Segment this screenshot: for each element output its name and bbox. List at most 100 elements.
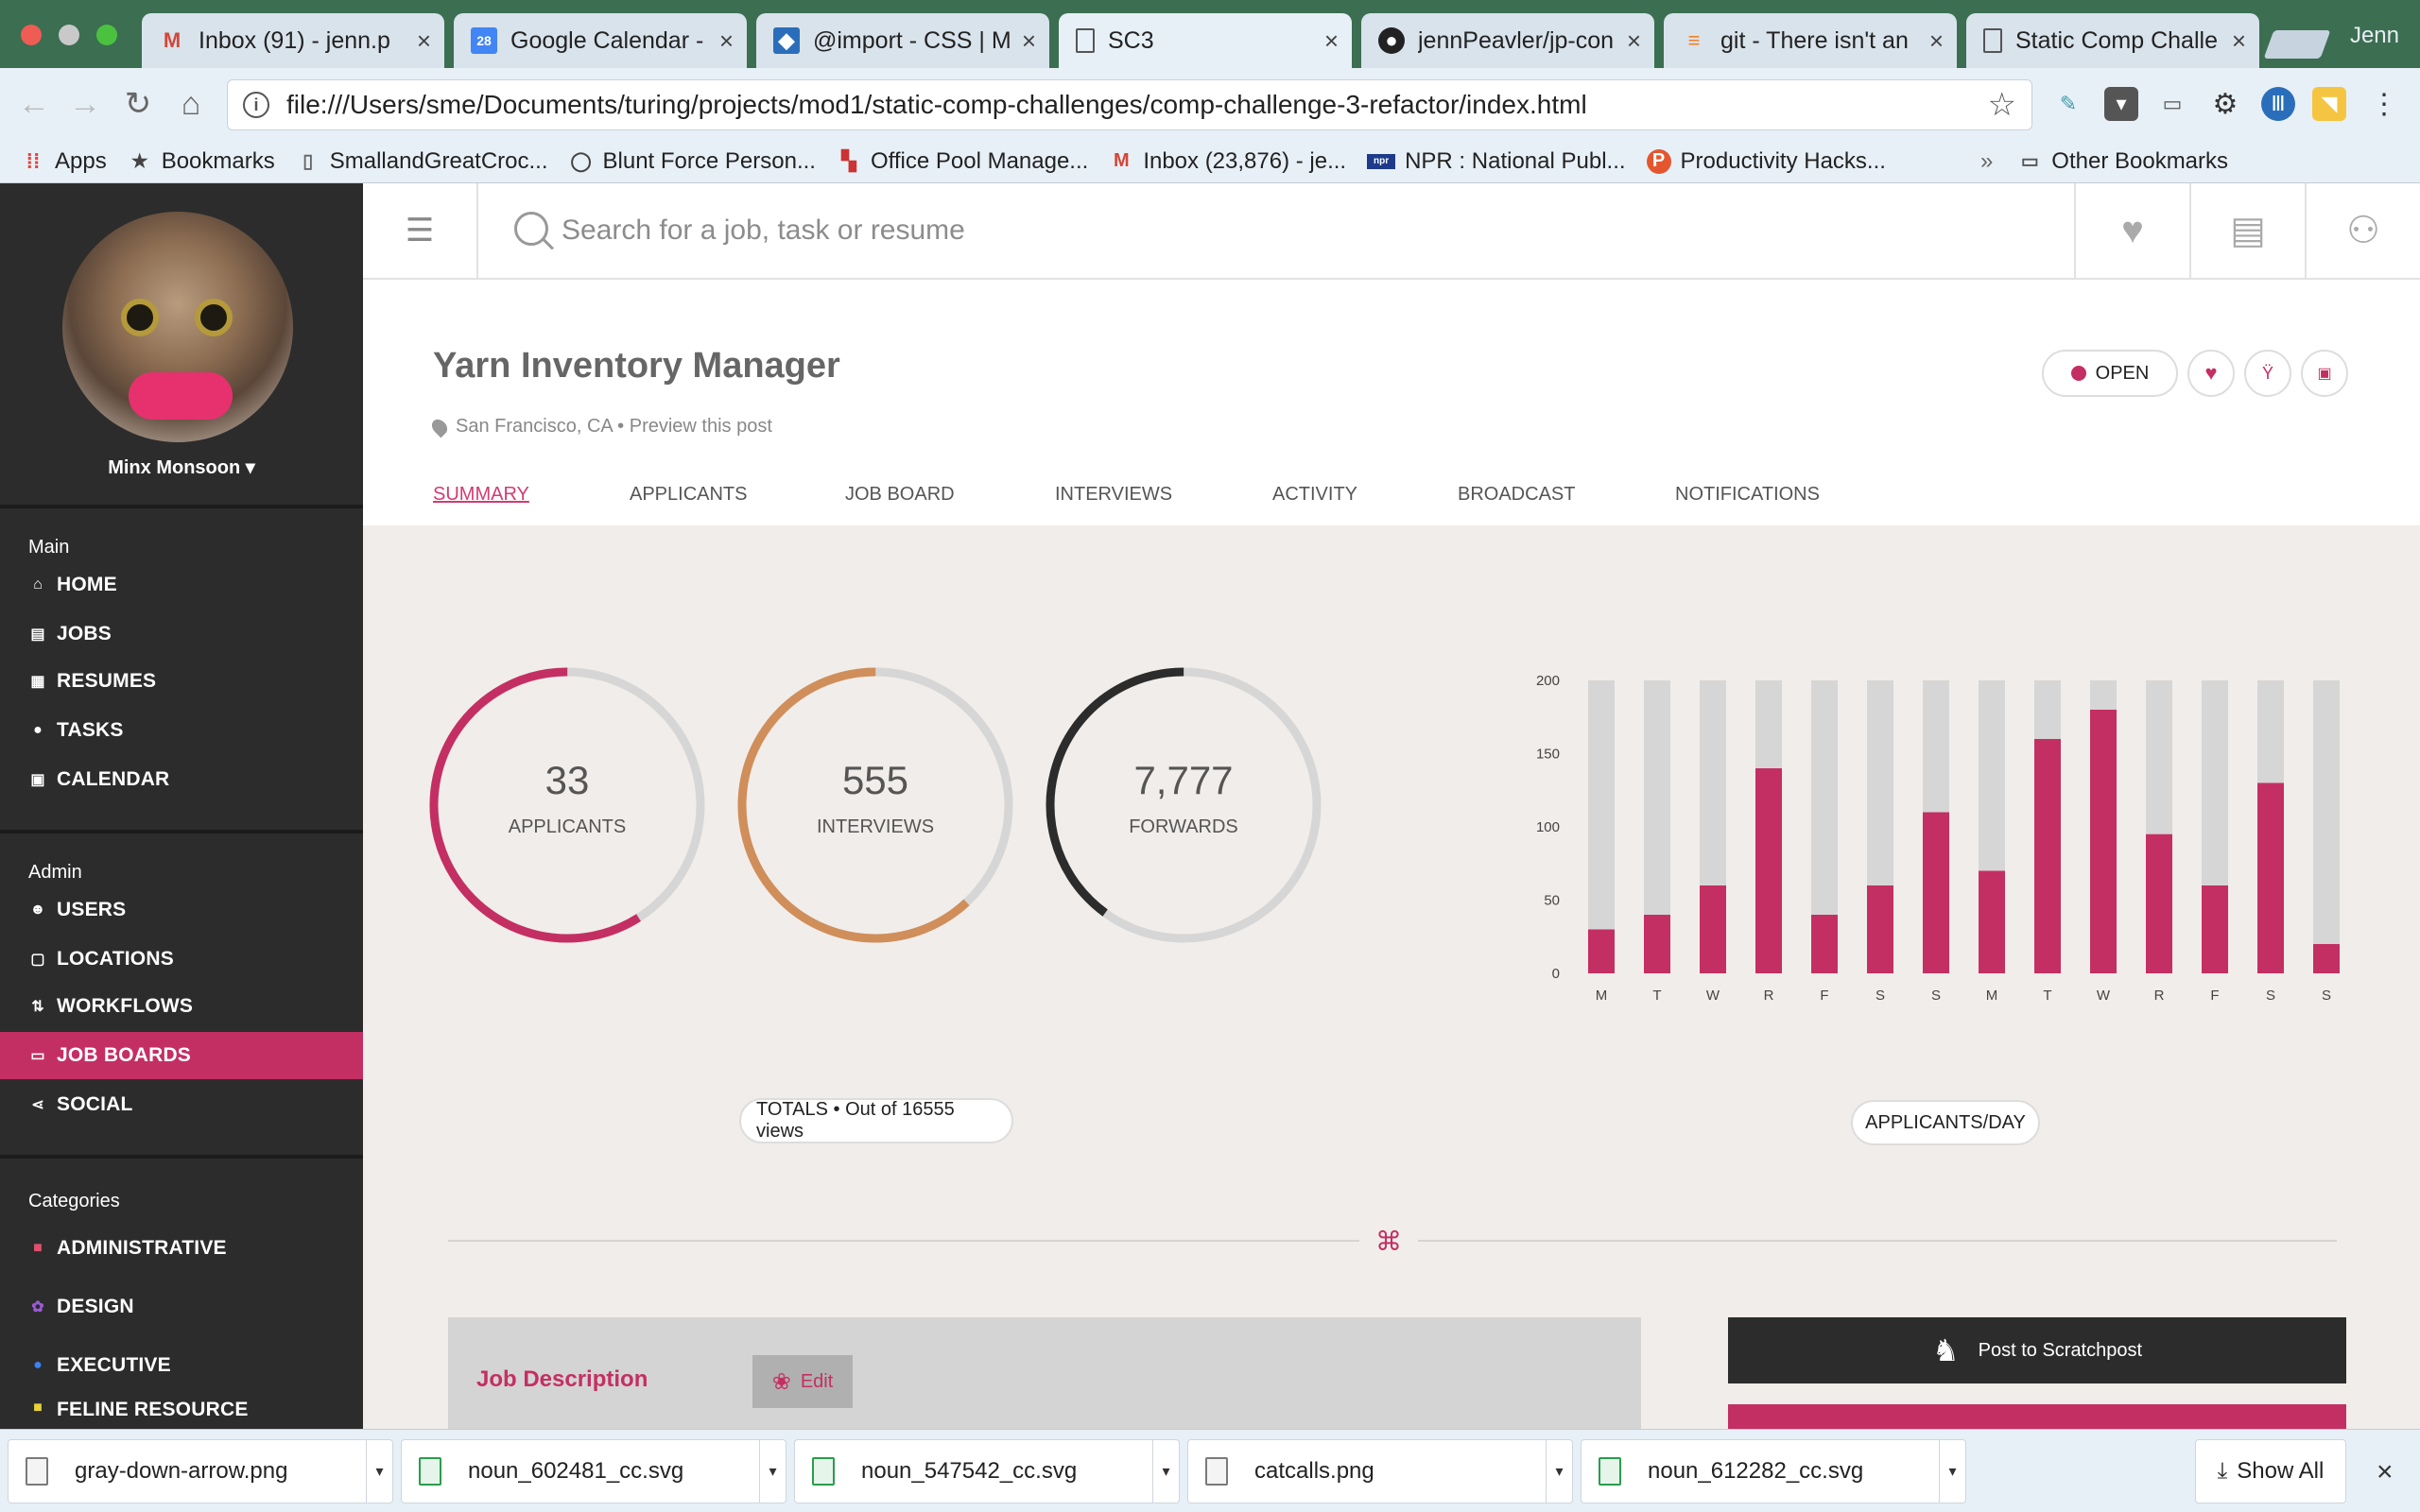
bookmarks-overflow[interactable]: »	[1980, 148, 1993, 175]
sidebar-item-social[interactable]: ⋖ SOCIAL	[0, 1081, 363, 1128]
app-top-bar: ☰ ♥ ▤ ⚇	[363, 183, 2420, 280]
download-menu-icon[interactable]: ▾	[1939, 1440, 1965, 1503]
close-downloads-icon[interactable]: ×	[2377, 1456, 2394, 1488]
tab-close-icon[interactable]: ×	[2232, 26, 2246, 56]
address-bar[interactable]: i file:///Users/sme/Documents/turing/pro…	[227, 79, 2032, 130]
sidebar-item-resumes[interactable]: ▦ RESUMES	[0, 658, 363, 705]
tab-interviews[interactable]: INTERVIEWS	[1055, 484, 1272, 506]
sidebar-item-home[interactable]: ⌂ HOME	[0, 561, 363, 609]
menu-toggle-icon[interactable]: ☰	[363, 183, 478, 278]
flower-icon: ✿	[31, 1299, 44, 1315]
job-location-text[interactable]: San Francisco, CA • Preview this post	[456, 416, 772, 438]
x-tick-label: F	[2210, 988, 2219, 1004]
trash-icon[interactable]: ▣	[2301, 350, 2348, 397]
settings-gear-icon[interactable]: ⚙	[2208, 87, 2242, 121]
download-menu-icon[interactable]: ▾	[759, 1440, 786, 1503]
extension-icon[interactable]: Ⅲ	[2261, 87, 2295, 121]
download-item[interactable]: noun_612282_cc.svg ▾	[1581, 1439, 1966, 1503]
menu-dots-icon[interactable]: ⋮	[2367, 87, 2401, 121]
browser-tab[interactable]: ≡ git - There isn't an ×	[1664, 13, 1957, 68]
reload-icon[interactable]: ↻	[119, 85, 157, 123]
minimize-window-button[interactable]	[59, 25, 79, 45]
browser-tab[interactable]: M Inbox (91) - jenn.p ×	[142, 13, 444, 68]
new-tab-button[interactable]	[2263, 30, 2331, 59]
tab-close-icon[interactable]: ×	[417, 26, 431, 56]
eyedropper-extension-icon[interactable]: ✎	[2051, 87, 2085, 121]
heart-icon[interactable]: ♥	[2187, 350, 2235, 397]
sidebar-item-feline-resource[interactable]: ■ FELINE RESOURCE	[0, 1399, 363, 1429]
bookmark-star-icon[interactable]: ☆	[1988, 86, 2016, 124]
home-icon[interactable]: ⌂	[172, 85, 210, 123]
sidebar-item-locations[interactable]: ▢ LOCATIONS	[0, 936, 363, 983]
download-item[interactable]: noun_602481_cc.svg ▾	[401, 1439, 786, 1503]
bar	[2313, 944, 2340, 973]
info-icon[interactable]: i	[243, 92, 269, 118]
edit-button[interactable]: ❀ Edit	[752, 1355, 853, 1408]
pocket-extension-icon[interactable]: ▾	[2104, 87, 2138, 121]
status-open-button[interactable]: OPEN	[2042, 350, 2178, 397]
download-menu-icon[interactable]: ▾	[1546, 1440, 1572, 1503]
tab-close-icon[interactable]: ×	[719, 26, 734, 56]
close-window-button[interactable]	[21, 25, 42, 45]
show-all-downloads-button[interactable]: ⤓ Show All	[2195, 1439, 2346, 1503]
bookmark-item[interactable]: P Productivity Hacks...	[1646, 148, 1886, 175]
bookmark-apps[interactable]: ⁞⁞ Apps	[21, 148, 107, 175]
download-menu-icon[interactable]: ▾	[1152, 1440, 1179, 1503]
download-menu-icon[interactable]: ▾	[366, 1440, 392, 1503]
tab-notifications[interactable]: NOTIFICATIONS	[1675, 484, 1820, 506]
tab-close-icon[interactable]: ×	[1324, 26, 1339, 56]
tab-activity[interactable]: ACTIVITY	[1272, 484, 1458, 506]
browser-tab[interactable]: ◆ @import - CSS | M ×	[756, 13, 1049, 68]
cat-profile-icon[interactable]: ⚇	[2305, 183, 2420, 278]
bookmark-item[interactable]: ▯ SmallandGreatCroc...	[296, 148, 547, 175]
sidebar-item-tasks[interactable]: ● TASKS	[0, 707, 363, 754]
forward-arrow-icon[interactable]: →	[66, 85, 104, 123]
bookmark-item[interactable]: M Inbox (23,876) - je...	[1109, 148, 1346, 175]
circle-icon: ◯	[570, 151, 592, 172]
sidebar-item-executive[interactable]: ● EXECUTIVE	[0, 1342, 363, 1389]
cast-icon[interactable]: ▭	[2155, 87, 2189, 121]
tab-close-icon[interactable]: ×	[1929, 26, 1944, 56]
tab-summary[interactable]: SUMMARY	[433, 484, 630, 506]
search-input[interactable]	[562, 212, 1979, 249]
secondary-action-button[interactable]	[1728, 1404, 2346, 1429]
tab-broadcast[interactable]: BROADCAST	[1458, 484, 1675, 506]
download-item[interactable]: catcalls.png ▾	[1187, 1439, 1573, 1503]
avatar[interactable]	[62, 212, 293, 442]
sidebar-item-jobs[interactable]: ▤ JOBS	[0, 610, 363, 658]
apps-icon: ⁞⁞	[26, 148, 41, 173]
sidebar-item-users[interactable]: ☻ USERS	[0, 886, 363, 934]
archive-can-icon[interactable]: ▤	[2189, 183, 2305, 278]
other-bookmarks[interactable]: ▭ Other Bookmarks	[2017, 148, 2228, 175]
bookmark-item[interactable]: ▚ Office Pool Manage...	[837, 148, 1088, 175]
image-file-icon	[1205, 1457, 1228, 1486]
bookmark-item[interactable]: ◯ Blunt Force Person...	[569, 148, 816, 175]
zoom-window-button[interactable]	[96, 25, 117, 45]
sidebar-item-administrative[interactable]: ■ ADMINISTRATIVE	[0, 1225, 363, 1272]
browser-tab[interactable]: Static Comp Challe ×	[1966, 13, 2259, 68]
browser-tab-active[interactable]: SC3 ×	[1059, 13, 1352, 68]
sidebar-item-job-boards[interactable]: ▭ JOB BOARDS	[0, 1032, 363, 1079]
user-name-dropdown[interactable]: Minx Monsoon ▾	[0, 455, 363, 479]
download-item[interactable]: gray-down-arrow.png ▾	[8, 1439, 393, 1503]
sidebar-item-calendar[interactable]: ▣ CALENDAR	[0, 756, 363, 803]
browser-tab[interactable]: 28 Google Calendar - ×	[454, 13, 747, 68]
sidebar-item-workflows[interactable]: ⇅ WORKFLOWS	[0, 983, 363, 1030]
extension-icon[interactable]: ◥	[2312, 87, 2346, 121]
tab-job-board[interactable]: JOB BOARD	[845, 484, 1055, 506]
stat-ring-applicants: 33 APPLICANTS	[425, 663, 709, 947]
favorites-heart-icon[interactable]: ♥	[2074, 183, 2189, 278]
download-item[interactable]: noun_547542_cc.svg ▾	[794, 1439, 1180, 1503]
bookmark-bookmarks[interactable]: ★ Bookmarks	[128, 148, 275, 175]
yarn-icon[interactable]: Ÿ	[2244, 350, 2291, 397]
tab-applicants[interactable]: APPLICANTS	[630, 484, 845, 506]
tab-close-icon[interactable]: ×	[1022, 26, 1036, 56]
browser-tab[interactable]: ● jennPeavler/jp-con ×	[1361, 13, 1654, 68]
profile-name[interactable]: Jenn	[2350, 23, 2399, 49]
bookmark-item[interactable]: npr NPR : National Publ...	[1367, 148, 1626, 175]
tab-close-icon[interactable]: ×	[1627, 26, 1641, 56]
post-to-scratchpost-button[interactable]: ♞ Post to Scratchpost	[1728, 1317, 2346, 1383]
back-arrow-icon[interactable]: ←	[15, 85, 53, 123]
status-label: OPEN	[2095, 362, 2150, 384]
sidebar-item-design[interactable]: ✿ DESIGN	[0, 1283, 363, 1331]
